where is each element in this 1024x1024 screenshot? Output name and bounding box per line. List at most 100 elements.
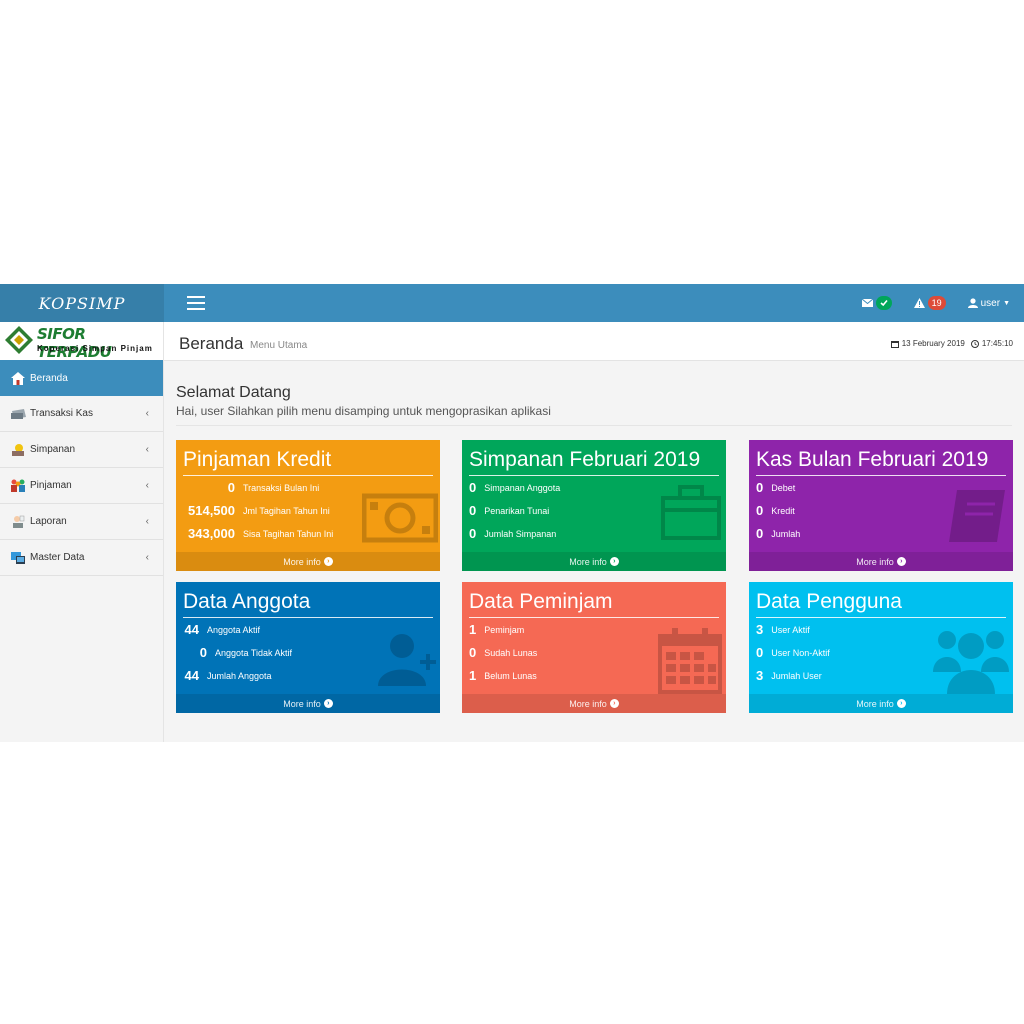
sidebar-item-laporan[interactable]: Laporan ‹ (0, 504, 163, 540)
box-title: Data Peminjam (469, 590, 613, 613)
info-box-pinjaman-kredit: Pinjaman Kredit 0 Transaksi Bulan Ini 514… (176, 440, 440, 571)
more-info-link[interactable]: More info › (176, 552, 440, 571)
stat-value: 3 (756, 668, 764, 683)
clock-icon (970, 339, 979, 348)
welcome-text: Hai, user Silahkan pilih menu disamping … (176, 404, 551, 418)
sidebar-toggle-icon[interactable] (187, 296, 205, 310)
more-info-link[interactable]: More info › (749, 552, 1013, 571)
chevron-left-icon: ‹ (145, 444, 149, 455)
brand-logo[interactable]: KOPSIMP (0, 284, 164, 322)
diamond-logo-icon (5, 326, 33, 354)
stat-label: Penarikan Tunai (484, 505, 550, 516)
chevron-left-icon: ‹ (145, 480, 149, 491)
main-content: Beranda Menu Utama 13 February 2019 17:4… (164, 322, 1024, 742)
more-info-label: More info (569, 556, 607, 567)
stat-label: User Non-Aktif (771, 647, 830, 658)
stat-label: Jumlah Simpanan (484, 528, 557, 539)
stat-row: 0 Kredit (756, 503, 795, 518)
stat-row: 1 Belum Lunas (469, 668, 537, 683)
more-info-link[interactable]: More info › (749, 694, 1013, 713)
calendar-icon (658, 628, 722, 694)
stat-value: 0 (469, 480, 477, 495)
box-title: Kas Bulan Februari 2019 (756, 448, 989, 471)
stat-label: Sisa Tagihan Tahun Ini (243, 528, 334, 539)
book-icon (949, 490, 1005, 542)
stat-label: Jumlah Anggota (207, 670, 272, 681)
report-icon (10, 515, 26, 529)
stat-label: Peminjam (484, 624, 525, 635)
content-header: Beranda Menu Utama 13 February 2019 17:4… (164, 322, 1024, 361)
stat-label: Anggota Tidak Aktif (215, 647, 293, 658)
more-info-link[interactable]: More info › (176, 694, 440, 713)
more-info-label: More info (283, 556, 321, 567)
sidebar-item-pinjaman[interactable]: Pinjaman ‹ (0, 468, 163, 504)
stat-value: 0 (756, 526, 764, 541)
stat-value: 0 (227, 480, 235, 495)
stat-label: Jumlah User (771, 670, 822, 681)
sidebar-item-label: Simpanan (30, 444, 76, 455)
more-info-link[interactable]: More info › (462, 552, 726, 571)
page-subtitle: Menu Utama (250, 340, 308, 351)
sidebar: SIFOR TERPADU Koperasi Simpan Pinjam Ber… (0, 322, 164, 742)
sidebar-item-master-data[interactable]: Master Data ‹ (0, 540, 163, 576)
stat-value: 343,000 (188, 526, 235, 541)
stat-row: 343,000 Sisa Tagihan Tahun Ini (183, 526, 333, 541)
notifications-button[interactable]: 19 (913, 296, 946, 310)
datetime-display: 13 February 2019 17:45:10 (890, 339, 1013, 348)
stat-value: 0 (469, 503, 477, 518)
more-info-label: More info (856, 698, 894, 709)
stat-value: 44 (184, 622, 199, 637)
arrow-circle-right-icon: › (323, 557, 333, 566)
sidebar-item-simpanan[interactable]: Simpanan ‹ (0, 432, 163, 468)
stat-label: Simpanan Anggota (484, 482, 561, 493)
warning-icon (913, 298, 925, 308)
info-box-data-pengguna: Data Pengguna 3 User Aktif 0 User Non-Akti… (749, 582, 1013, 713)
user-menu[interactable]: user ▼ (967, 298, 1010, 309)
stat-row: 0 Jumlah Simpanan (469, 526, 556, 541)
more-info-label: More info (569, 698, 607, 709)
stat-value: 0 (199, 645, 207, 660)
users-icon (933, 631, 1009, 694)
info-box-data-peminjam: Data Peminjam 1 Peminjam 0 Sudah Lunas 1 Be… (462, 582, 726, 713)
sidebar-item-label: Laporan (30, 516, 67, 527)
arrow-circle-right-icon: › (896, 699, 906, 708)
stat-row: 1 Peminjam (469, 622, 524, 637)
page-title: Beranda (179, 334, 244, 353)
stat-label: Transaksi Bulan Ini (243, 482, 320, 493)
stat-row: 3 User Aktif (756, 622, 810, 637)
welcome-title: Selamat Datang (176, 384, 291, 401)
money-icon (362, 493, 438, 543)
time-text: 17:45:10 (981, 339, 1013, 348)
date-text: 13 February 2019 (901, 339, 965, 348)
more-info-label: More info (283, 698, 321, 709)
stat-value: 1 (469, 622, 477, 637)
more-info-link[interactable]: More info › (462, 694, 726, 713)
database-icon (10, 551, 26, 565)
stat-row: 514,500 Jml Tagihan Tahun Ini (183, 503, 330, 518)
stat-row: 44 Jumlah Anggota (183, 668, 272, 683)
sidebar-item-beranda[interactable]: Beranda (0, 360, 163, 396)
stat-row: 3 Jumlah User (756, 668, 822, 683)
box-title: Simpanan Februari 2019 (469, 448, 701, 471)
home-icon (10, 371, 26, 385)
user-icon (967, 298, 978, 308)
stat-row: 0 Penarikan Tunai (469, 503, 549, 518)
stat-row: 0 Simpanan Anggota (469, 480, 560, 495)
stat-row: 44 Anggota Aktif (183, 622, 261, 637)
top-navbar: KOPSIMP 19 user ▼ (0, 284, 1024, 322)
app-window: KOPSIMP 19 user ▼ SIFOR TERPADU Koperasi… (0, 284, 1024, 742)
messages-button[interactable] (861, 296, 892, 310)
box-title: Pinjaman Kredit (183, 448, 332, 471)
envelope-icon (861, 299, 873, 307)
logo-subtitle: Koperasi Simpan Pinjam (37, 344, 153, 353)
check-badge-icon (875, 296, 892, 310)
arrow-circle-right-icon: › (896, 557, 906, 566)
user-plus-icon (378, 634, 436, 686)
stat-row: 0 Transaksi Bulan Ini (183, 480, 319, 495)
stat-value: 514,500 (188, 503, 235, 518)
box-title: Data Anggota (183, 590, 311, 613)
stat-label: User Aktif (771, 624, 810, 635)
stat-label: Jumlah (771, 528, 801, 539)
stat-value: 0 (469, 526, 477, 541)
sidebar-item-transaksi-kas[interactable]: Transaksi Kas ‹ (0, 396, 163, 432)
